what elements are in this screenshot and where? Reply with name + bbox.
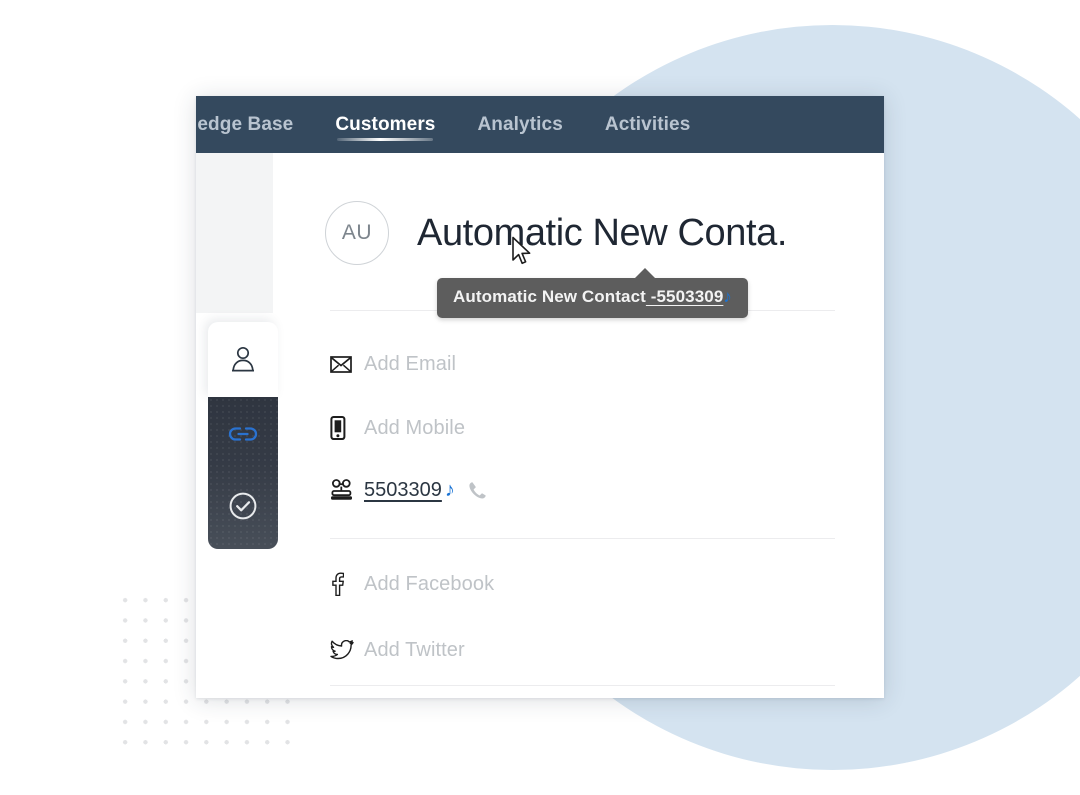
field-row-email[interactable]: Add Email: [330, 349, 835, 379]
phone-note-icon: ♪: [444, 478, 455, 501]
avatar-initials: AU: [341, 221, 373, 244]
active-tab-underline: [337, 138, 434, 141]
rail-tab-person[interactable]: [208, 322, 278, 398]
field-row-mobile[interactable]: Add Mobile: [330, 413, 835, 443]
envelope-icon: [330, 355, 364, 373]
contact-header: AU Automatic New Conta.: [325, 201, 787, 265]
tooltip-text: Automatic New Contact: [453, 287, 646, 306]
nav-item-knowledge-base[interactable]: ledge Base: [196, 96, 293, 153]
nav-item-customers[interactable]: Customers: [335, 96, 435, 153]
person-icon: [230, 344, 256, 377]
screenshot-stage: ledge Base Customers Analytics Activitie…: [0, 0, 1080, 795]
link-icon: [226, 421, 260, 452]
add-facebook-label: Add Facebook: [364, 572, 495, 595]
check-circle-icon: [228, 491, 258, 526]
nav-item-activities[interactable]: Activities: [605, 96, 690, 153]
rail-tab-group-dark: [208, 397, 278, 549]
add-email-label: Add Email: [364, 352, 457, 375]
nav-item-analytics[interactable]: Analytics: [477, 96, 562, 153]
nav-item-label: Analytics: [477, 114, 563, 135]
rail-top-filler: [196, 153, 273, 313]
tooltip-phone-icon: ♪: [723, 287, 732, 306]
tooltip-underlined-text: -5503309: [645, 287, 724, 306]
add-mobile-label: Add Mobile: [364, 416, 466, 439]
tooltip-arrow: [634, 268, 656, 279]
add-twitter-label: Add Twitter: [364, 638, 465, 661]
nav-item-label: ledge Base: [196, 114, 294, 135]
rail-tab-check[interactable]: [208, 487, 278, 529]
nav-item-label: Customers: [335, 114, 436, 135]
field-row-facebook[interactable]: Add Facebook: [330, 569, 835, 599]
contact-name-tooltip: Automatic New Contact -5503309♪: [437, 278, 748, 318]
rail-tab-link[interactable]: [208, 415, 278, 457]
facebook-icon: [330, 572, 364, 596]
divider-social: [330, 538, 835, 539]
phone-number-value[interactable]: 5503309: [364, 479, 442, 502]
top-navigation-bar: ledge Base Customers Analytics Activitie…: [196, 96, 884, 153]
twitter-icon: [330, 640, 364, 660]
call-icon[interactable]: [467, 480, 488, 501]
avatar: AU: [325, 201, 389, 265]
field-row-twitter[interactable]: Add Twitter: [330, 635, 835, 665]
contact-detail-content: AU Automatic New Conta. Add Email Add Mo…: [273, 153, 884, 698]
contact-name[interactable]: Automatic New Conta.: [417, 212, 787, 255]
telephone-icon: [330, 479, 364, 501]
nav-item-label: Activities: [604, 114, 691, 135]
divider-bottom: [330, 685, 835, 686]
mobile-phone-icon: [330, 416, 364, 440]
field-row-phone[interactable]: 5503309 ♪: [330, 475, 835, 505]
nav-items-list: ledge Base Customers Analytics Activitie…: [196, 96, 732, 153]
